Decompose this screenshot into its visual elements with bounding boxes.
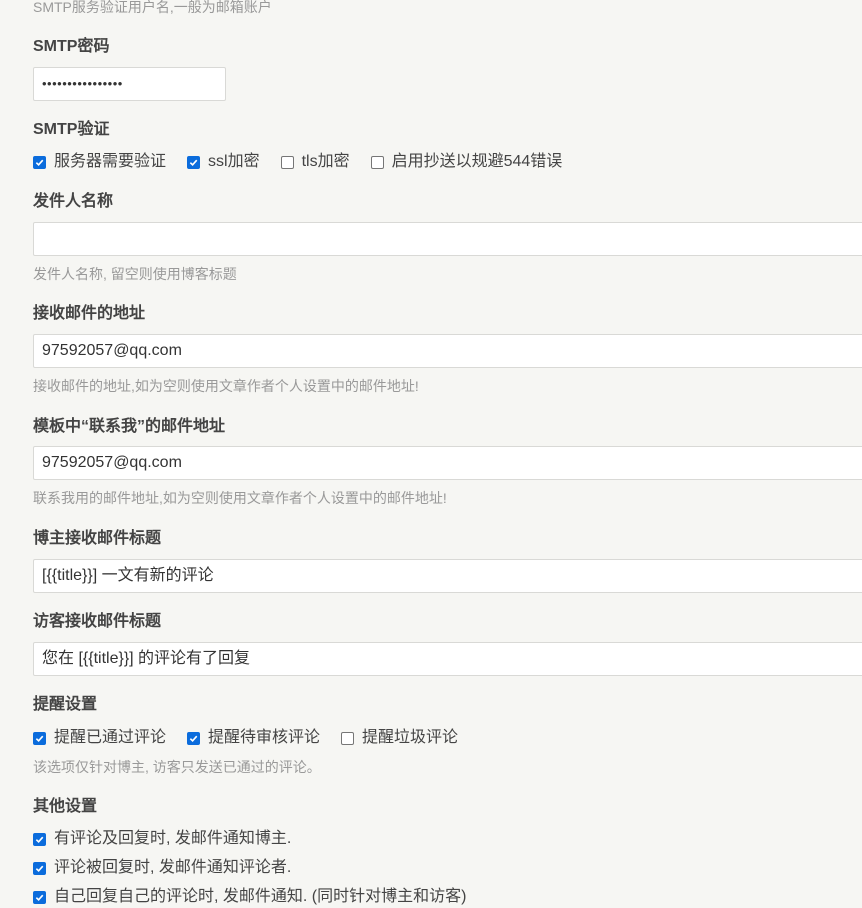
visitor-subject-field[interactable]: 您在 [{{title}}] 的评论有了回复: [33, 642, 862, 676]
smtp-auth-option[interactable]: tls加密: [280, 151, 350, 173]
receive-address-label: 接收邮件的地址: [33, 305, 146, 322]
checkbox[interactable]: [33, 861, 46, 875]
checkbox[interactable]: [33, 731, 46, 745]
owner-subject-label: 博主接收邮件标题: [33, 530, 162, 547]
visitor-subject-label: 访客接收邮件标题: [33, 613, 162, 630]
checkbox[interactable]: [187, 155, 201, 169]
reminder-description: 该选项仅针对博主, 访客只发送已通过的评论。: [33, 759, 321, 775]
smtp-password-label: SMTP密码: [33, 38, 110, 55]
checkbox-label: 有评论及回复时, 发邮件通知博主.: [54, 830, 292, 847]
receive-address-description: 接收邮件的地址,如为空则使用文章作者个人设置中的邮件地址!: [33, 378, 419, 394]
smtp-auth-option[interactable]: ssl加密: [187, 151, 260, 173]
checkbox-label: 评论被回复时, 发邮件通知评论者.: [54, 859, 292, 876]
other-option[interactable]: 自己回复自己的评论时, 发邮件通知. (同时针对博主和访客): [33, 886, 466, 908]
receive-address-field[interactable]: 97592057@qq.com: [33, 334, 862, 368]
smtp-auth-options: 服务器需要验证 ssl加密 tls加密 启用抄送以规避544错误: [33, 151, 583, 173]
other-option[interactable]: 评论被回复时, 发邮件通知评论者.: [33, 857, 291, 879]
reminder-option[interactable]: 提醒已通过评论: [33, 727, 166, 749]
checkbox-label: 提醒垃圾评论: [362, 729, 459, 746]
checkbox-label: 提醒已通过评论: [54, 729, 167, 746]
smtp-auth-label: SMTP验证: [33, 121, 110, 138]
checkbox[interactable]: [33, 155, 46, 169]
checkbox[interactable]: [187, 731, 201, 745]
owner-subject-field[interactable]: [{{title}}] 一文有新的评论: [33, 559, 862, 593]
checkbox[interactable]: [341, 731, 355, 745]
sender-name-description: 发件人名称, 留空则使用博客标题: [33, 266, 237, 282]
checkbox-label: ssl加密: [208, 153, 260, 170]
reminder-settings-label: 提醒设置: [33, 696, 98, 713]
smtp-auth-option[interactable]: 启用抄送以规避544错误: [370, 151, 563, 173]
smtp-user-description: SMTP服务验证用户名,一般为邮箱账户: [33, 0, 272, 15]
checkbox-label: tls加密: [301, 153, 350, 170]
checkbox-label: 自己回复自己的评论时, 发邮件通知. (同时针对博主和访客): [54, 888, 467, 905]
reminder-option[interactable]: 提醒垃圾评论: [341, 727, 458, 749]
checkbox[interactable]: [370, 155, 384, 169]
checkbox[interactable]: [280, 155, 294, 169]
checkbox-label: 提醒待审核评论: [208, 729, 321, 746]
other-settings-label: 其他设置: [33, 798, 98, 815]
checkbox[interactable]: [33, 890, 46, 904]
other-option[interactable]: 有评论及回复时, 发邮件通知博主.: [33, 828, 291, 850]
contact-address-description: 联系我用的邮件地址,如为空则使用文章作者个人设置中的邮件地址!: [33, 490, 447, 506]
contact-address-field[interactable]: 97592057@qq.com: [33, 446, 862, 480]
reminder-option[interactable]: 提醒待审核评论: [187, 727, 320, 749]
checkbox-label: 服务器需要验证: [54, 153, 167, 170]
smtp-password-field[interactable]: ••••••••••••••••: [33, 67, 226, 101]
sender-name-field[interactable]: [33, 222, 862, 256]
sender-name-label: 发件人名称: [33, 193, 114, 210]
checkbox[interactable]: [33, 832, 46, 846]
reminder-options: 提醒已通过评论 提醒待审核评论 提醒垃圾评论: [33, 727, 479, 749]
contact-address-label: 模板中“联系我”的邮件地址: [33, 418, 226, 435]
checkbox-label: 启用抄送以规避544错误: [391, 153, 563, 170]
smtp-auth-option[interactable]: 服务器需要验证: [33, 151, 166, 173]
